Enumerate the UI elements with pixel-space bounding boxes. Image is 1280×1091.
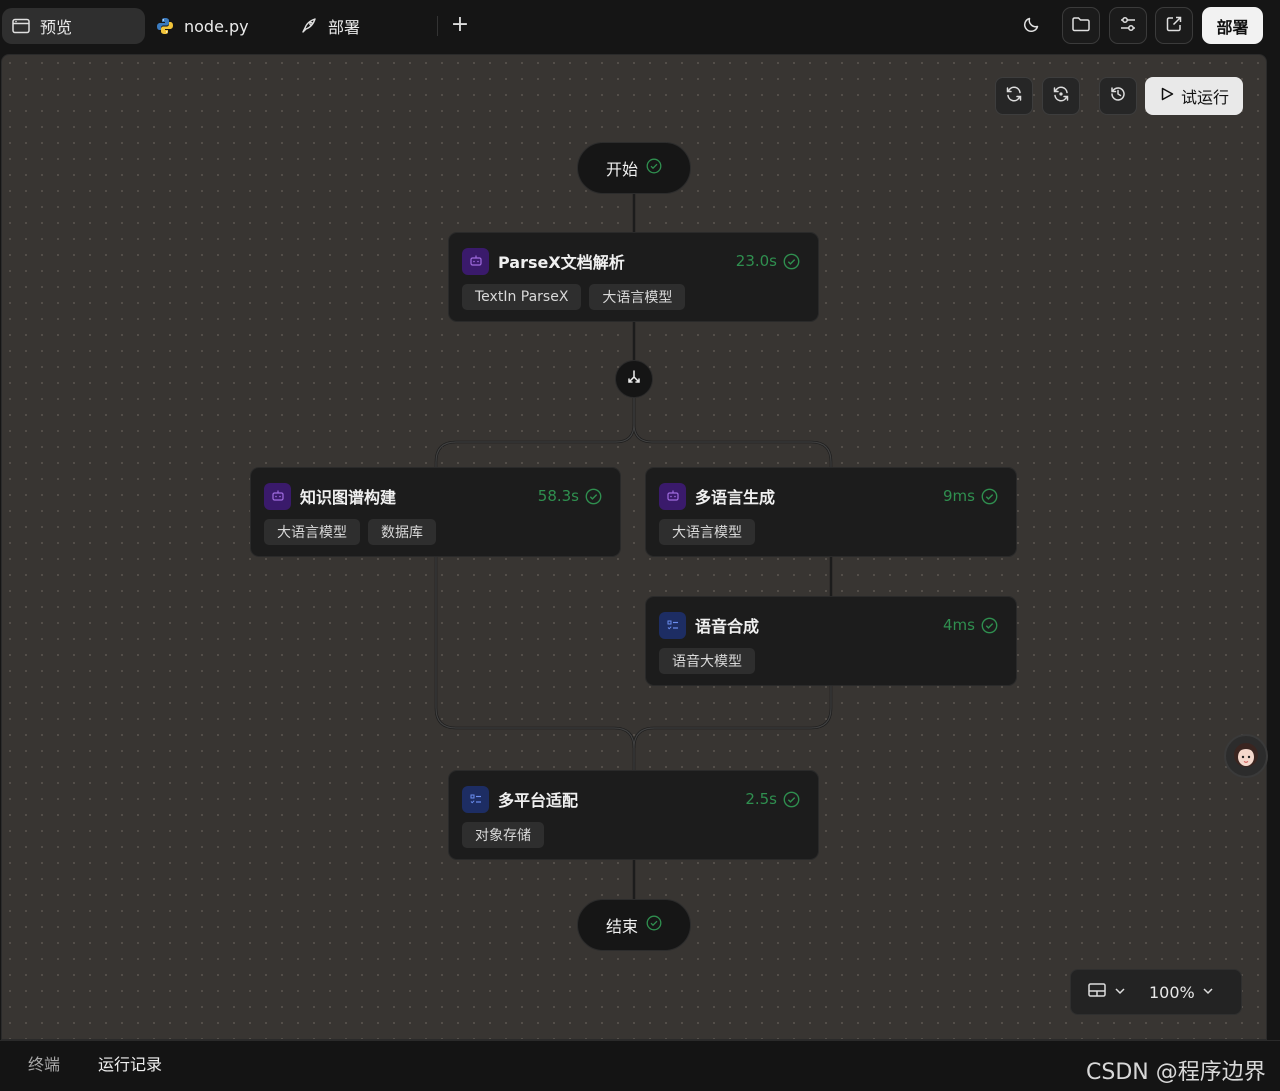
duration-text: 4ms bbox=[943, 616, 975, 634]
test-run-button[interactable]: 试运行 bbox=[1145, 77, 1243, 115]
list-icon bbox=[659, 611, 686, 639]
node-title: 多平台适配 bbox=[498, 791, 579, 810]
deploy-button[interactable]: 部署 bbox=[1202, 7, 1263, 44]
node-tag: 对象存储 bbox=[462, 822, 544, 848]
node-title: 多语言生成 bbox=[695, 488, 776, 507]
settings-button[interactable] bbox=[1109, 7, 1147, 44]
play-icon bbox=[1159, 86, 1175, 106]
duration-text: 23.0s bbox=[735, 252, 777, 270]
node-duration: 58.3s bbox=[538, 487, 602, 505]
robot-icon bbox=[659, 482, 686, 510]
robot-icon bbox=[264, 482, 291, 510]
check-circle-icon bbox=[981, 617, 998, 633]
history-icon bbox=[1109, 85, 1127, 107]
node-duration: 23.0s bbox=[736, 252, 800, 270]
node-tag: TextIn ParseX bbox=[462, 284, 582, 310]
node-title: 知识图谱构建 bbox=[300, 488, 397, 507]
duration-text: 2.5s bbox=[745, 790, 777, 808]
moon-icon bbox=[1023, 15, 1041, 37]
end-node[interactable]: 结束 bbox=[577, 899, 691, 951]
workflow-node-multilingual[interactable]: 多语言生成 9ms 大语言模型 bbox=[645, 467, 1017, 557]
check-circle-icon bbox=[646, 158, 662, 178]
avatar-icon bbox=[1234, 743, 1258, 767]
duration-text: 58.3s bbox=[537, 487, 579, 505]
external-link-icon bbox=[1165, 15, 1183, 37]
tab-terminal[interactable]: 终端 bbox=[28, 1051, 60, 1075]
node-tag: 数据库 bbox=[368, 519, 436, 545]
folder-button[interactable] bbox=[1062, 7, 1100, 44]
node-duration: 4ms bbox=[943, 616, 998, 634]
workflow-canvas[interactable] bbox=[1, 54, 1267, 1040]
list-icon bbox=[462, 785, 489, 813]
chevron-down-icon[interactable] bbox=[1201, 983, 1215, 1002]
node-duration: 2.5s bbox=[745, 790, 800, 808]
folder-icon bbox=[1071, 15, 1091, 37]
sync-button[interactable] bbox=[1042, 77, 1080, 115]
sync-icon bbox=[1052, 85, 1070, 107]
node-tag: 大语言模型 bbox=[589, 284, 686, 310]
node-duration: 9ms bbox=[943, 487, 998, 505]
workflow-node-speech-synthesis[interactable]: 语音合成 4ms 语音大模型 bbox=[645, 596, 1017, 686]
sliders-icon bbox=[1119, 15, 1137, 37]
layout-panel-icon[interactable] bbox=[1087, 981, 1107, 1003]
tab-deploy[interactable]: 部署 bbox=[298, 8, 360, 44]
start-label: 开始 bbox=[605, 160, 638, 179]
duration-text: 9ms bbox=[943, 487, 975, 505]
tab-label: node.py bbox=[184, 16, 249, 36]
python-icon bbox=[154, 15, 176, 37]
top-bar: 预览 node.py 部署 + 部署 bbox=[0, 0, 1280, 52]
end-label: 结束 bbox=[605, 917, 638, 936]
chevron-down-icon[interactable] bbox=[1113, 983, 1127, 1002]
add-tab-button[interactable]: + bbox=[446, 10, 474, 40]
node-tag: 大语言模型 bbox=[659, 519, 755, 545]
node-tag: 大语言模型 bbox=[264, 519, 360, 545]
refresh-button[interactable] bbox=[995, 77, 1033, 115]
check-circle-icon bbox=[646, 915, 662, 935]
tab-label: 预览 bbox=[40, 18, 73, 37]
check-circle-icon bbox=[585, 488, 602, 504]
tab-label: 部署 bbox=[328, 18, 361, 37]
browser-window-icon bbox=[10, 15, 32, 37]
assistant-avatar[interactable] bbox=[1224, 734, 1268, 778]
robot-icon bbox=[462, 247, 489, 275]
start-node[interactable]: 开始 bbox=[577, 142, 691, 194]
node-title: ParseX文档解析 bbox=[498, 253, 625, 272]
parallel-branch-node[interactable] bbox=[615, 360, 653, 398]
tab-run-history[interactable]: 运行记录 bbox=[98, 1051, 162, 1075]
branch-split-icon bbox=[625, 368, 643, 390]
open-external-button[interactable] bbox=[1155, 7, 1193, 44]
tab-preview[interactable]: 预览 bbox=[2, 8, 145, 44]
check-circle-icon bbox=[783, 253, 800, 269]
workflow-node-multiplatform[interactable]: 多平台适配 2.5s 对象存储 bbox=[448, 770, 819, 860]
view-zoom-control: 100% bbox=[1070, 969, 1242, 1015]
rocket-icon bbox=[298, 15, 320, 37]
history-button[interactable] bbox=[1099, 77, 1137, 115]
test-run-label: 试运行 bbox=[1180, 88, 1229, 107]
theme-toggle-button[interactable] bbox=[1013, 7, 1051, 44]
zoom-level[interactable]: 100% bbox=[1149, 983, 1195, 1002]
refresh-icon bbox=[1005, 85, 1023, 107]
tab-divider bbox=[437, 16, 438, 36]
check-circle-icon bbox=[783, 791, 800, 807]
tab-node-py[interactable]: node.py bbox=[152, 8, 249, 44]
watermark-text: CSDN @程序边界 bbox=[1086, 1060, 1266, 1085]
check-circle-icon bbox=[981, 488, 998, 504]
node-title: 语音合成 bbox=[695, 617, 760, 636]
workflow-node-parsex[interactable]: ParseX文档解析 23.0s TextIn ParseX 大语言模型 bbox=[448, 232, 819, 322]
workflow-node-knowledge-graph[interactable]: 知识图谱构建 58.3s 大语言模型 数据库 bbox=[250, 467, 621, 557]
node-tag: 语音大模型 bbox=[659, 648, 755, 674]
